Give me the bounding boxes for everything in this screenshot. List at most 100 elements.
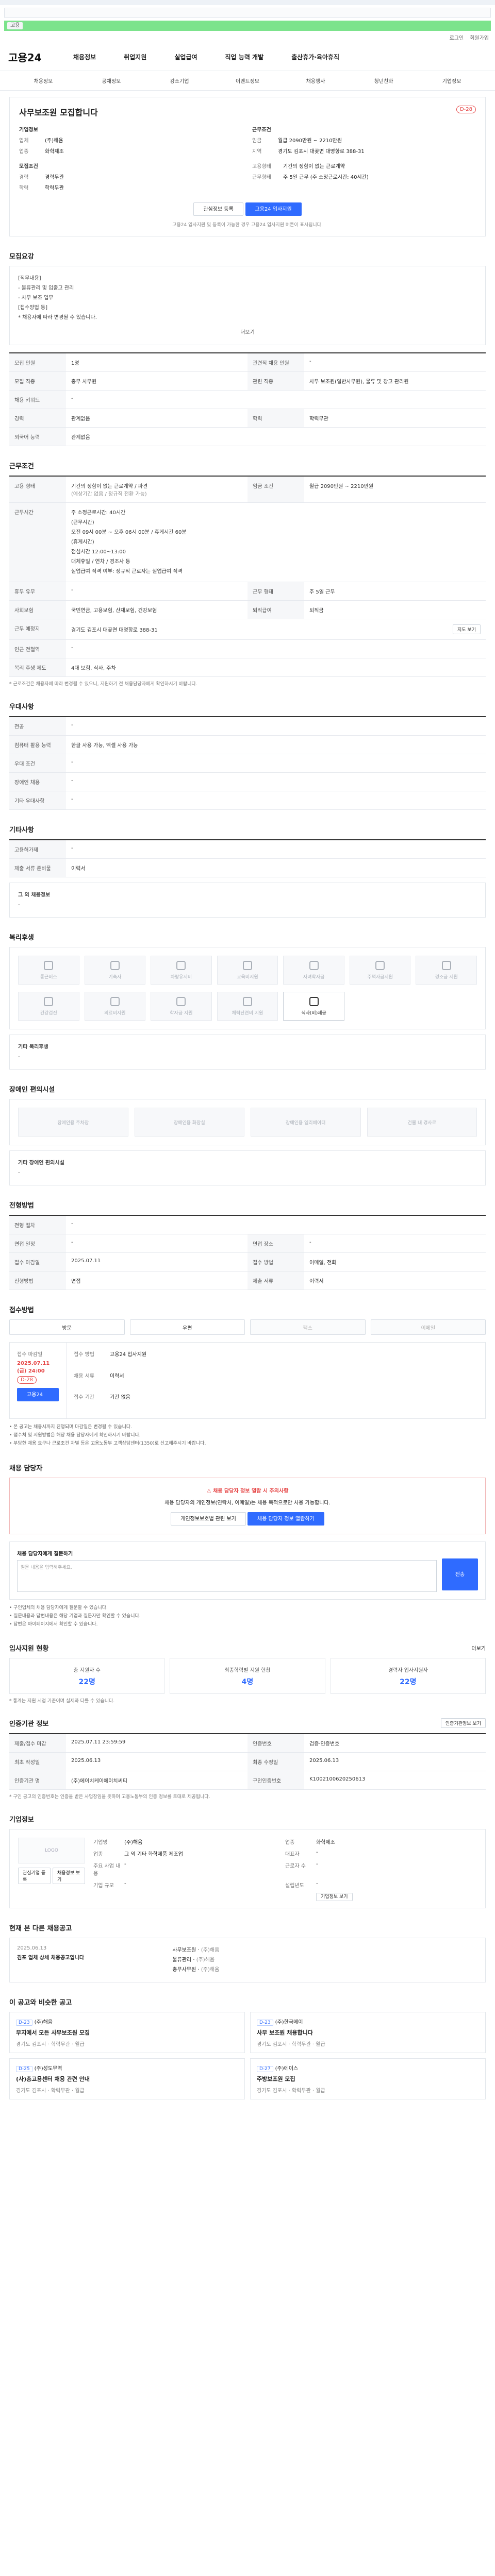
td: - <box>71 1240 73 1245</box>
kv-key: 근무형태 <box>252 175 271 180</box>
td: 1명 <box>71 361 79 366</box>
kv-val: 학력무관 <box>45 185 64 191</box>
bus-icon <box>44 960 54 970</box>
table-row: 최초 작성일 2025.06.13 최종 수정일 2025.06.13 <box>9 1753 486 1772</box>
disability-item: 장애인용 주차장 <box>18 1108 128 1137</box>
scholar-icon <box>176 996 186 1006</box>
welfare-item: 기숙사 <box>84 956 146 985</box>
td: - <box>71 587 73 593</box>
table-row: 근무시간 주 소정근로시간: 40시간 (근무시간) 오전 09시 00분 ~ … <box>9 503 486 582</box>
th: 학력 <box>248 409 304 427</box>
question-title: 채용 담당자에게 질문하기 <box>17 1551 73 1557</box>
contact-warning: ⚠ 채용 담당자 정보 열람 시 주의사항 채용 담당자의 개인정보(연락처, … <box>9 1477 486 1534</box>
recommend-card[interactable]: D-27 (주)에이스 주방보조원 모집 경기도 김포시 · 학력무관 · 월급 <box>250 2058 486 2100</box>
th: 근무시간 <box>9 503 66 582</box>
gnb-item-training[interactable]: 직업 능력 개발 <box>225 53 264 61</box>
table-row: 우대 조건 - <box>9 754 486 773</box>
gnb-item-benefit[interactable]: 실업급여 <box>174 53 197 61</box>
kv-key: 지역 <box>252 149 262 155</box>
map-button[interactable]: 지도 보기 <box>453 624 481 634</box>
employ-type-sub: (예상기간 없음 / 정규직 전환 가능) <box>71 492 147 497</box>
table-row: 접수 마감일 2025.07.11 접수 방법 이메일, 전화 <box>9 1253 486 1272</box>
apply-note: 고용24 입사지원 및 등록이 가능한 경우 고용24 입사지원 버튼이 표시됩… <box>172 223 323 228</box>
td: - <box>71 1221 73 1227</box>
login-link[interactable]: 로그인 <box>450 33 464 41</box>
period-apply-button[interactable]: 고용24 입사지원 <box>17 1388 59 1411</box>
subnav-item[interactable]: 채용행사 <box>282 77 350 84</box>
same-item[interactable]: 물류관리 · (주)해윰 <box>172 1955 322 1965</box>
cert-button[interactable]: 인증기관정보 보기 <box>440 1718 486 1728</box>
td: - <box>71 845 73 851</box>
promo-banner[interactable]: 고용 <box>4 21 491 31</box>
table-row: 외국어 능력 관계없음 <box>9 428 486 446</box>
more-button[interactable]: 더보기 <box>240 330 255 335</box>
privacy-law-button[interactable]: 개인정보보호법 관련 보기 <box>171 1512 246 1526</box>
th: 제출 서류 <box>248 1272 304 1290</box>
same-item[interactable]: 총무사무원 · (주)해윰 <box>172 1965 322 1975</box>
subnav-item[interactable]: 강소기업 <box>145 77 213 84</box>
fav-company-button[interactable]: 관심기업 등록 <box>18 1868 51 1885</box>
welfare-item: 주택자금지원 <box>349 956 411 985</box>
td: 주 5일 근무 <box>309 589 335 595</box>
site-logo[interactable]: 고용24 <box>8 49 58 64</box>
td: 기간의 정함이 없는 근로계약 / 파견 (예상기간 없음 / 정규직 전환 가… <box>66 477 248 502</box>
same-title[interactable]: 김포 업체 상세 채용공고입니다 <box>17 1953 167 1961</box>
table-row: 제출 서류 준비물 이력서 <box>9 859 486 877</box>
recommend-card[interactable]: D-23 (주)해윰 무지에서 모든 사무보조원 모집 경기도 김포시 · 학력무… <box>9 2012 245 2054</box>
welfare-item: 경조금 지원 <box>416 956 477 985</box>
th: 근무 예정지 <box>9 619 66 639</box>
subnav-item[interactable]: 청년친화 <box>350 77 418 84</box>
welfare-item: 학자금 지원 <box>151 992 212 1021</box>
gnb-item-jobs[interactable]: 채용정보 <box>73 53 96 61</box>
top-search-input[interactable] <box>4 8 491 18</box>
td: 이력서 <box>309 1279 324 1284</box>
join-link[interactable]: 회원가입 <box>470 33 489 41</box>
td: 한글 사용 가능, 엑셀 사용 가능 <box>71 743 138 749</box>
subnav-item[interactable]: 이벤트정보 <box>213 77 282 84</box>
th: 제출 서류 준비물 <box>9 859 66 877</box>
same-date: 2025.06.13 <box>17 1945 47 1952</box>
view-contact-button[interactable]: 채용 담당자 정보 열람하기 <box>248 1512 324 1526</box>
same-box: 2025.06.13 김포 업체 상세 채용공고입니다 사무보조원 · (주)해… <box>9 1938 486 1983</box>
method-fax: 팩스 <box>250 1319 366 1335</box>
question-send-button[interactable]: 전송 <box>442 1558 478 1590</box>
gnb-item-leave[interactable]: 출산휴가·육아휴직 <box>291 53 339 61</box>
pref-table: 전공 - 컴퓨터 활용 능력 한글 사용 가능, 엑셀 사용 가능 우대 조건 - 장… <box>9 716 486 810</box>
subnav-item[interactable]: 채용정보 <box>9 77 77 84</box>
cert-note: * 구인 공고의 인증번호는 인증을 받은 사업장임을 뜻하며 고용노동부의 인… <box>9 1794 210 1800</box>
company-jobs-button[interactable]: 채용정보 보기 <box>53 1868 85 1885</box>
recruit-line: - 사무 보조 업무 <box>18 295 54 301</box>
th: 고용 형태 <box>9 477 66 502</box>
subnav-item[interactable]: 공채정보 <box>77 77 145 84</box>
welfare-item: 교육비지원 <box>217 956 278 985</box>
company-info: 기업명 (주)해윰 업종 화학제조 업종 그 외 기타 화학제품 제조업 대표자 - 주요 … <box>93 1838 477 1902</box>
interest-button[interactable]: 관심정보 등록 <box>193 202 243 216</box>
recruit-line: [직무내용] <box>18 276 41 281</box>
td: - <box>309 1240 311 1245</box>
subnav-item[interactable]: 기업정보 <box>418 77 486 84</box>
th: 사회보험 <box>9 601 66 619</box>
th: 관련직 채용 인원 <box>248 353 304 371</box>
apply-button[interactable]: 고용24 입사지원 <box>245 202 302 216</box>
job-summary: 기업정보 업체 (주)해윰 업종 화학제조 모집조건 경력 경력무관 학력 학력… <box>19 125 476 191</box>
table-row: 전형 절차 - <box>9 1216 486 1234</box>
recommend-card[interactable]: D-23 (주)한국메이 사무 보조원 채용합니다 경기도 김포시 · 학력무관 … <box>250 2012 486 2054</box>
work-table: 고용 형태 기간의 정함이 없는 근로계약 / 파견 (예상기간 없음 / 정규… <box>9 476 486 677</box>
question-textarea[interactable]: 질문 내용을 입력해주세요. <box>17 1560 437 1592</box>
td: 학력무관 <box>309 416 328 422</box>
stats-more-link[interactable]: 더보기 <box>471 1644 486 1652</box>
kv-val: 주 5일 근무 (주 소정근로시간: 40시간) <box>283 175 369 180</box>
gnb-item-support[interactable]: 취업지원 <box>124 53 146 61</box>
welfare-item: 건강검진 <box>18 992 79 1021</box>
disability-grid: 장애인용 주차장 장애인용 화장실 장애인용 엘리베이터 건물 내 경사로 <box>9 1099 486 1145</box>
th: 면접 일정 <box>9 1234 66 1252</box>
medical-icon <box>110 996 120 1006</box>
hours-line: (휴게시간) <box>71 539 94 545</box>
tip-line: • 답변은 마이페이지에서 확인할 수 있습니다. <box>9 1621 98 1627</box>
same-item[interactable]: 사무보조원 · (주)해윰 <box>172 1945 322 1955</box>
table-row: 전공 - <box>9 717 486 736</box>
recommend-card[interactable]: D-25 (주)성도무역 (사)총고용센터 채용 관련 안내 경기도 김포시 · … <box>9 2058 245 2100</box>
company-detail-button[interactable]: 기업정보 보기 <box>316 1893 353 1902</box>
disability-item: 건물 내 경사로 <box>367 1108 477 1137</box>
td: 경기도 김포시 대곶면 대명항로 388-31 지도 보기 <box>66 619 486 639</box>
